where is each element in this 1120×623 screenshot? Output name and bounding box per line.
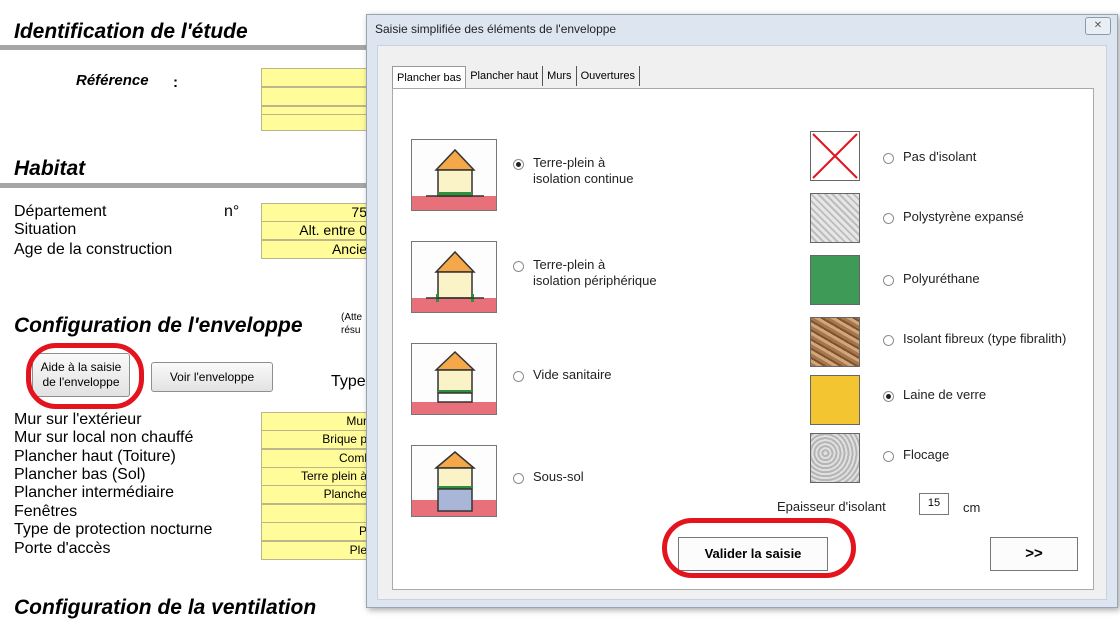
reference-cell-1[interactable] — [261, 68, 371, 87]
envelope-row-cell[interactable]: Planche — [261, 485, 371, 504]
aide-saisie-line1: Aide à la saisie — [40, 360, 122, 374]
config-note-line1: (Atte — [341, 312, 363, 323]
envelope-row-cell[interactable]: Ple — [261, 541, 371, 560]
departement-cell[interactable]: 75 — [261, 203, 371, 222]
dialog-body: Plancher bas Plancher haut Murs Ouvertur… — [377, 45, 1107, 600]
radio-terre-plein-peripherique[interactable]: Terre-plein à isolation périphérique — [513, 257, 657, 289]
envelope-row-label: Fenêtres — [14, 503, 78, 520]
habitat-title: Habitat — [14, 157, 86, 180]
radio-button[interactable] — [513, 261, 524, 272]
envelope-row-cell[interactable]: Coml — [261, 449, 371, 468]
type-label: Type — [331, 373, 366, 390]
envelope-row-label: Plancher haut (Toiture) — [14, 448, 176, 465]
next-button[interactable]: >> — [990, 537, 1078, 571]
thickness-label: Epaisseur d'isolant — [777, 499, 886, 514]
envelope-row-cell[interactable]: Brique p — [261, 430, 371, 449]
envelope-row-label: Mur sur l'extérieur — [14, 411, 142, 428]
situation-cell[interactable]: Alt. entre 0 — [261, 221, 371, 240]
envelope-row-label: Mur sur local non chauffé — [14, 429, 194, 446]
radio-flocage[interactable]: Flocage — [883, 447, 949, 463]
radio-label: Terre-plein à — [533, 257, 606, 272]
age-cell[interactable]: Ancie — [261, 240, 371, 259]
dialog-title: Saisie simplifiée des éléments de l'enve… — [375, 22, 617, 36]
radio-label: Polystyrène expansé — [903, 209, 1024, 224]
config-ventilation-title: Configuration de la ventilation — [14, 596, 317, 619]
age-label: Age de la construction — [14, 241, 173, 258]
radio-label: Sous-sol — [533, 469, 584, 484]
reference-cell-4[interactable] — [261, 114, 371, 131]
envelope-row-label: Plancher intermédiaire — [14, 484, 175, 501]
tab-ouvertures[interactable]: Ouvertures — [576, 66, 640, 86]
tab-plancher-bas[interactable]: Plancher bas — [392, 66, 467, 89]
fibrous-insulation-icon — [810, 317, 860, 367]
identification-title: Identification de l'étude — [14, 20, 248, 43]
floor-vide-sanitaire-icon — [411, 343, 497, 415]
close-icon[interactable]: ✕ — [1085, 17, 1111, 35]
radio-button[interactable] — [883, 451, 894, 462]
radio-label: Polyuréthane — [903, 271, 980, 286]
radio-button[interactable] — [513, 159, 524, 170]
reference-colon: : — [173, 74, 178, 91]
radio-terre-plein-continue[interactable]: Terre-plein à isolation continue — [513, 155, 633, 187]
reference-label: Référence — [76, 72, 149, 89]
radio-sous-sol[interactable]: Sous-sol — [513, 469, 584, 485]
reference-cell-2[interactable] — [261, 87, 371, 106]
floor-sous-sol-icon — [411, 445, 497, 517]
radio-label: Vide sanitaire — [533, 367, 612, 382]
validate-button[interactable]: Valider la saisie — [678, 537, 828, 571]
radio-isolant-fibreux[interactable]: Isolant fibreux (type fibralith) — [883, 331, 1066, 347]
radio-button[interactable] — [883, 153, 894, 164]
thickness-unit: cm — [963, 500, 981, 515]
tab-plancher-haut[interactable]: Plancher haut — [466, 66, 544, 86]
envelope-row-label: Porte d'accès — [14, 540, 111, 557]
tab-pane-plancher-bas: Terre-plein à isolation continue Terre-pl… — [392, 88, 1094, 590]
polystyrene-icon — [810, 193, 860, 243]
radio-button[interactable] — [883, 275, 894, 286]
radio-label: Flocage — [903, 447, 950, 462]
radio-polystyrene[interactable]: Polystyrène expansé — [883, 209, 1024, 225]
radio-vide-sanitaire[interactable]: Vide sanitaire — [513, 367, 612, 383]
no-insulation-icon — [810, 131, 860, 181]
departement-number-label: n° — [224, 203, 240, 220]
envelope-row-label: Plancher bas (Sol) — [14, 466, 146, 483]
radio-label: Pas d'isolant — [903, 149, 977, 164]
aide-saisie-button[interactable]: Aide à la saisie de l'enveloppe — [32, 353, 130, 397]
flocking-icon — [810, 433, 860, 483]
glass-wool-icon — [810, 375, 860, 425]
radio-label: Terre-plein à — [533, 155, 606, 170]
voir-enveloppe-button[interactable]: Voir l'enveloppe — [151, 362, 273, 392]
config-envelope-title: Configuration de l'enveloppe — [14, 314, 303, 337]
section-separator — [0, 183, 372, 188]
thickness-input[interactable]: 15 — [919, 493, 949, 515]
radio-button[interactable] — [883, 213, 894, 224]
envelope-dialog: Saisie simplifiée des éléments de l'enve… — [366, 14, 1118, 608]
radio-label: isolation périphérique — [533, 273, 657, 288]
departement-label: Département — [14, 203, 107, 220]
envelope-row-label: Type de protection nocturne — [14, 521, 213, 538]
radio-button[interactable] — [513, 473, 524, 484]
floor-terre-plein-continue-icon — [411, 139, 497, 211]
radio-button[interactable] — [513, 371, 524, 382]
floor-terre-plein-peripherique-icon — [411, 241, 497, 313]
radio-label: Laine de verre — [903, 387, 987, 402]
radio-button[interactable] — [883, 335, 894, 346]
envelope-row-cell[interactable]: Terre plein à — [261, 467, 371, 486]
aide-saisie-line2: de l'enveloppe — [42, 375, 120, 389]
config-note-line2: résu — [341, 325, 361, 336]
situation-label: Situation — [14, 221, 77, 238]
radio-laine-de-verre[interactable]: Laine de verre — [883, 387, 986, 403]
tab-strip: Plancher bas Plancher haut Murs Ouvertur… — [392, 66, 640, 89]
tab-murs[interactable]: Murs — [543, 66, 577, 86]
envelope-row-cell[interactable]: P — [261, 522, 371, 541]
envelope-row-cell[interactable] — [261, 504, 371, 523]
radio-polyurethane[interactable]: Polyuréthane — [883, 271, 980, 287]
radio-button[interactable] — [883, 391, 894, 402]
section-separator — [0, 45, 372, 50]
radio-label: isolation continue — [533, 171, 634, 186]
polyurethane-icon — [810, 255, 860, 305]
radio-label: Isolant fibreux (type fibralith) — [903, 331, 1067, 346]
radio-pas-isolant[interactable]: Pas d'isolant — [883, 149, 976, 165]
envelope-row-cell[interactable]: Mur — [261, 412, 371, 431]
